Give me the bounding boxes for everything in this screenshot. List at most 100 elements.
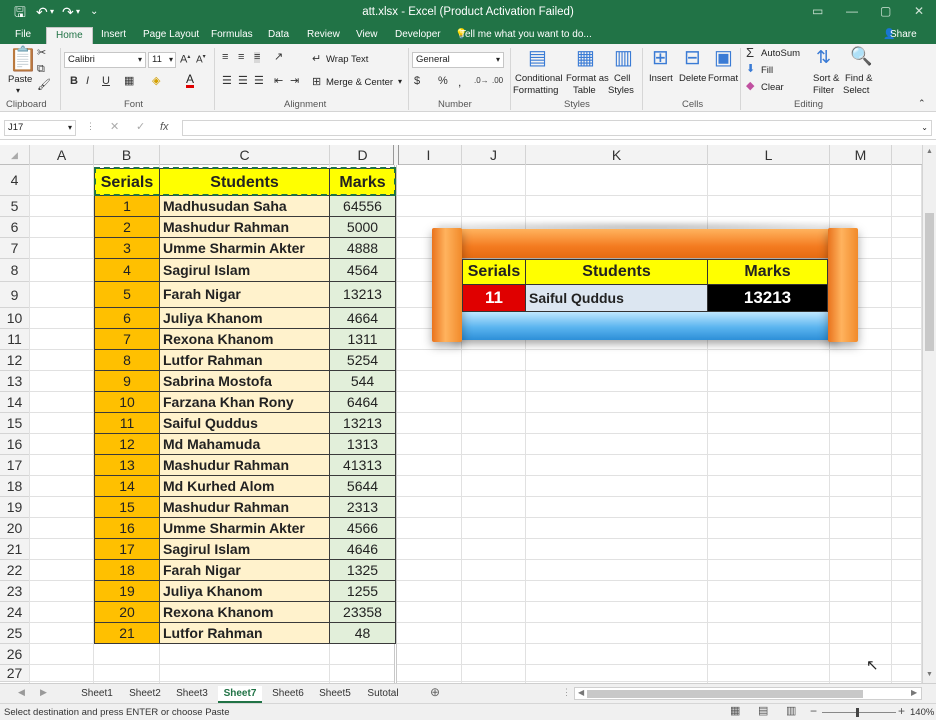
horizontal-scroll-thumb[interactable] bbox=[587, 690, 863, 698]
marks-cell[interactable]: 4646 bbox=[330, 539, 396, 560]
marks-cell[interactable]: 4888 bbox=[330, 238, 396, 259]
student-cell[interactable]: Md Mahamuda bbox=[160, 434, 330, 455]
student-cell[interactable]: Juliya Khanom bbox=[160, 581, 330, 602]
marks-cell[interactable]: 64556 bbox=[330, 196, 396, 217]
marks-cell[interactable]: 2313 bbox=[330, 497, 396, 518]
orientation-icon[interactable]: ↗ bbox=[274, 52, 283, 63]
column-header-b[interactable]: B bbox=[94, 145, 160, 165]
row-header[interactable]: 7 bbox=[0, 238, 30, 259]
student-cell[interactable]: Mashudur Rahman bbox=[160, 455, 330, 476]
serial-cell[interactable]: 9 bbox=[94, 371, 160, 392]
vertical-scrollbar[interactable]: ▲ ▼ bbox=[922, 145, 936, 683]
marks-cell[interactable]: 544 bbox=[330, 371, 396, 392]
tab-formulas[interactable]: Formulas bbox=[202, 27, 262, 44]
zoom-in-icon[interactable]: + bbox=[898, 705, 905, 717]
sheet-tab-sheet1[interactable]: Sheet1 bbox=[76, 686, 118, 703]
marks-cell[interactable]: 4566 bbox=[330, 518, 396, 539]
increase-decimal-icon[interactable]: .0→ bbox=[474, 77, 489, 85]
align-middle-icon[interactable]: ≡ bbox=[238, 52, 244, 63]
student-cell[interactable]: Saiful Quddus bbox=[160, 413, 330, 434]
format-as-label[interactable]: Format as bbox=[566, 73, 609, 84]
bold-icon[interactable]: B bbox=[70, 76, 78, 87]
row-header[interactable]: 17 bbox=[0, 455, 30, 476]
sheet-tab-sutotal[interactable]: Sutotal bbox=[362, 686, 404, 703]
cancel-entry-icon[interactable]: ✕ bbox=[110, 122, 119, 133]
fill-button[interactable]: Fill bbox=[761, 65, 773, 76]
student-cell[interactable]: Umme Sharmin Akter bbox=[160, 518, 330, 539]
row-header[interactable]: 13 bbox=[0, 371, 30, 392]
autosum-icon[interactable]: Σ bbox=[746, 46, 754, 59]
close-icon[interactable]: ✕ bbox=[914, 4, 924, 18]
clear-button[interactable]: Clear bbox=[761, 82, 784, 93]
serial-cell[interactable]: 6 bbox=[94, 308, 160, 329]
student-cell[interactable]: Farah Nigar bbox=[160, 282, 330, 308]
ribbon-options-icon[interactable]: ▭ bbox=[812, 4, 823, 18]
italic-icon[interactable]: I bbox=[86, 76, 89, 87]
number-format-dropdown-icon[interactable]: ▾ bbox=[496, 53, 500, 67]
row-header[interactable]: 22 bbox=[0, 560, 30, 581]
align-bottom-icon[interactable]: ≡ bbox=[254, 52, 261, 63]
sort-label[interactable]: Sort & bbox=[813, 73, 839, 84]
collapse-ribbon-icon[interactable]: ⌃ bbox=[918, 99, 926, 108]
tell-me-box[interactable]: Tell me what you want to do... bbox=[460, 27, 601, 44]
page-layout-view-icon[interactable]: ▤ bbox=[758, 706, 768, 717]
vertical-scroll-thumb[interactable] bbox=[925, 213, 934, 351]
marks-cell[interactable]: 5644 bbox=[330, 476, 396, 497]
student-cell[interactable]: Rexona Khanom bbox=[160, 329, 330, 350]
marks-cell[interactable]: 1313 bbox=[330, 434, 396, 455]
paste-icon[interactable]: 📋 bbox=[8, 48, 38, 72]
serial-cell[interactable]: 14 bbox=[94, 476, 160, 497]
student-cell[interactable]: Md Kurhed Alom bbox=[160, 476, 330, 497]
row-header[interactable]: 26 bbox=[0, 644, 30, 665]
student-cell[interactable]: Lutfor Rahman bbox=[160, 623, 330, 644]
select-all-corner[interactable]: ◢ bbox=[0, 145, 30, 165]
student-cell[interactable]: Mashudur Rahman bbox=[160, 217, 330, 238]
sheet-tab-sheet6[interactable]: Sheet6 bbox=[267, 686, 309, 703]
row-header[interactable]: 8 bbox=[0, 259, 30, 282]
student-cell[interactable]: Umme Sharmin Akter bbox=[160, 238, 330, 259]
formula-input[interactable]: ⌄ bbox=[182, 120, 932, 136]
column-header-k[interactable]: K bbox=[526, 145, 708, 165]
row-header[interactable]: 9 bbox=[0, 282, 30, 308]
tab-review[interactable]: Review bbox=[298, 27, 349, 44]
serial-cell[interactable]: 8 bbox=[94, 350, 160, 371]
student-cell[interactable]: Juliya Khanom bbox=[160, 308, 330, 329]
conditional-label[interactable]: Conditional bbox=[515, 73, 563, 84]
fill-color-icon[interactable]: ◈ bbox=[152, 76, 160, 87]
delete-cells-icon[interactable]: ⊟ bbox=[684, 48, 701, 68]
student-cell[interactable]: Madhusudan Saha bbox=[160, 196, 330, 217]
row-header[interactable]: 23 bbox=[0, 581, 30, 602]
tab-developer[interactable]: Developer bbox=[386, 27, 450, 44]
percent-icon[interactable]: % bbox=[438, 76, 448, 87]
select-label[interactable]: Select bbox=[843, 85, 869, 96]
align-right-icon[interactable]: ☰ bbox=[254, 76, 264, 87]
format-painter-icon[interactable]: 🖌 bbox=[37, 80, 51, 91]
font-color-icon[interactable]: A bbox=[186, 73, 195, 88]
fill-icon[interactable]: ⬇ bbox=[746, 64, 755, 75]
paste-button[interactable]: Paste bbox=[8, 74, 32, 85]
comma-icon[interactable]: , bbox=[458, 76, 461, 88]
column-header-i[interactable]: I bbox=[396, 145, 462, 165]
cell-label[interactable]: Cell bbox=[614, 73, 630, 84]
row-header[interactable]: 11 bbox=[0, 329, 30, 350]
row-header[interactable]: 24 bbox=[0, 602, 30, 623]
share-button[interactable]: Share bbox=[888, 27, 926, 44]
zoom-slider[interactable] bbox=[822, 712, 896, 713]
wrap-text-button[interactable]: Wrap Text bbox=[326, 54, 368, 65]
row-header[interactable]: 27 bbox=[0, 665, 30, 682]
paste-dropdown-icon[interactable]: ▾ bbox=[16, 86, 20, 95]
row-header[interactable]: 12 bbox=[0, 350, 30, 371]
wrap-text-icon[interactable]: ↵ bbox=[312, 54, 321, 65]
format-as-table-icon[interactable]: ▦ bbox=[576, 48, 595, 68]
marks-cell[interactable]: 1325 bbox=[330, 560, 396, 581]
align-center-icon[interactable]: ☰ bbox=[238, 76, 248, 87]
tab-file[interactable]: File bbox=[6, 27, 40, 44]
row-header[interactable]: 10 bbox=[0, 308, 30, 329]
serial-cell[interactable]: 21 bbox=[94, 623, 160, 644]
font-name-box[interactable]: Calibri ▾ bbox=[64, 52, 146, 68]
serial-cell[interactable]: 12 bbox=[94, 434, 160, 455]
maximize-icon[interactable]: ▢ bbox=[880, 4, 891, 18]
number-format-box[interactable]: General ▾ bbox=[412, 52, 504, 68]
row-header[interactable]: 14 bbox=[0, 392, 30, 413]
column-header-a[interactable]: A bbox=[30, 145, 94, 165]
